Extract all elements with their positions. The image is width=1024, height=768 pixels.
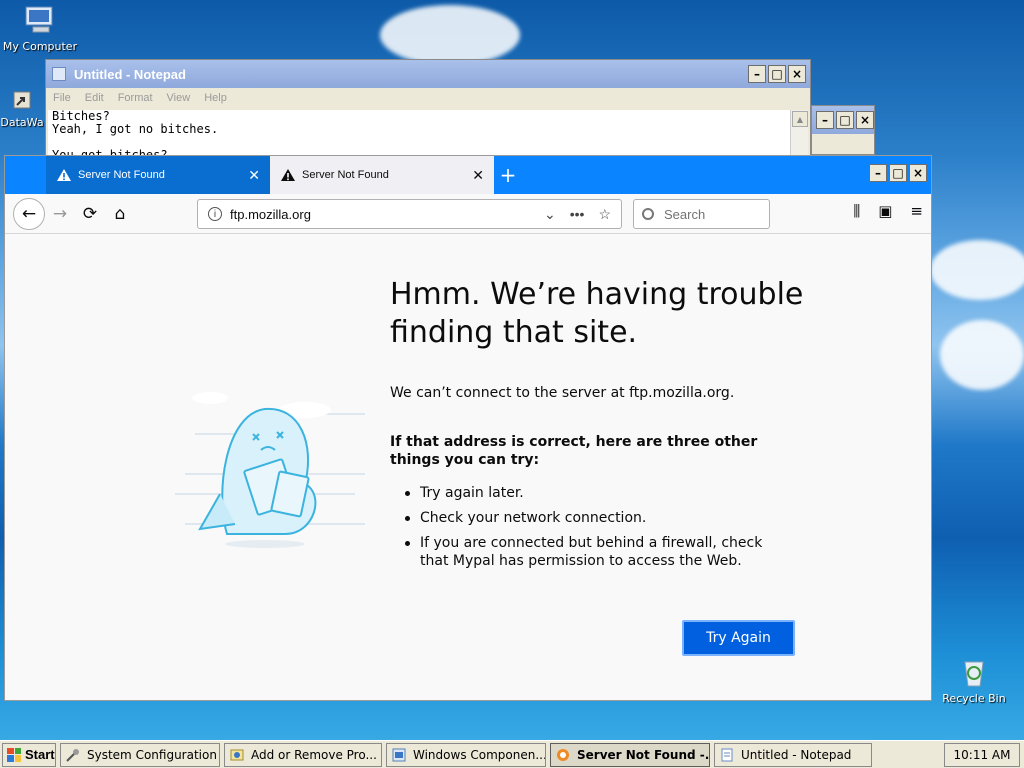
notepad-titlebar[interactable]: Untitled - Notepad – □ × — [46, 60, 810, 88]
recycle-bin-icon — [957, 656, 991, 688]
hamburger-menu-icon[interactable]: ≡ — [910, 202, 923, 220]
error-try-heading: If that address is correct, here are thr… — [390, 434, 758, 468]
minimize-icon[interactable]: – — [748, 65, 766, 83]
taskbar-item-label: System Configuration — [87, 747, 217, 762]
shortcut-icon — [10, 88, 34, 112]
notepad-menubar: File Edit Format View Help — [46, 88, 810, 108]
notepad-window[interactable]: Untitled - Notepad – □ × File Edit Forma… — [45, 59, 811, 159]
system-clock[interactable]: 10:11 AM — [944, 743, 1020, 767]
taskbar-item-label: Add or Remove Pro... — [251, 747, 377, 762]
taskbar: Start System Configuration Add or Remove… — [0, 740, 1024, 768]
close-icon[interactable]: × — [909, 164, 927, 182]
error-title: Hmm. We’re having trouble finding that s… — [390, 277, 804, 350]
sidebar-icon[interactable]: ▣ — [878, 202, 892, 220]
home-button[interactable]: ⌂ — [105, 199, 135, 229]
notepad-icon — [52, 67, 66, 81]
chevron-down-icon[interactable]: ⌄ — [544, 206, 556, 223]
search-placeholder: Search — [664, 206, 706, 222]
desktop-icon-datawa[interactable]: DataWa — [0, 88, 44, 129]
add-remove-programs-icon — [230, 749, 244, 760]
desktop-icon-label: My Computer — [2, 40, 78, 53]
new-tab-button[interactable]: + — [494, 156, 522, 194]
close-tab-icon[interactable]: ✕ — [472, 167, 484, 184]
maximize-icon[interactable]: □ — [768, 65, 786, 83]
warning-icon — [281, 169, 295, 181]
cloud — [940, 320, 1024, 390]
search-input[interactable]: Search — [633, 199, 770, 229]
taskbar-item-label: Untitled - Notepad — [741, 747, 852, 762]
cloud — [380, 5, 520, 65]
close-tab-icon[interactable]: ✕ — [248, 167, 260, 184]
close-icon[interactable]: × — [856, 111, 874, 129]
desktop-icon-label: DataWa — [0, 116, 44, 129]
more-actions-icon[interactable]: ••• — [570, 206, 585, 223]
tab-server-not-found-2[interactable]: Server Not Found ✕ — [270, 156, 494, 194]
notepad-text-area[interactable]: Bitches? Yeah, I got no bitches. You got… — [48, 110, 790, 158]
windows-logo-icon — [7, 747, 21, 762]
error-description: We can’t connect to the server at ftp.mo… — [390, 385, 735, 401]
menu-format[interactable]: Format — [118, 92, 153, 104]
tab-label: Server Not Found — [302, 169, 389, 181]
tab-strip: Server Not Found ✕ Server Not Found ✕ + … — [5, 156, 931, 194]
system-configuration-icon — [66, 748, 79, 762]
taskbar-item-untitled-notepad[interactable]: Untitled - Notepad — [714, 742, 872, 767]
cloud — [930, 240, 1024, 300]
taskbar-item-label: Server Not Found -... — [577, 747, 710, 762]
desktop-icon-recycle-bin[interactable]: Recycle Bin — [934, 656, 1014, 705]
url-bar[interactable]: i ftp.mozilla.org ⌄ ••• ☆ — [197, 199, 622, 229]
url-text: ftp.mozilla.org — [230, 206, 311, 222]
navigation-toolbar: ← → ⟳ ⌂ i ftp.mozilla.org ⌄ ••• ☆ Search… — [5, 194, 931, 234]
window-title: Untitled - Notepad — [74, 66, 186, 82]
start-label: Start — [25, 747, 55, 762]
back-button[interactable]: ← — [13, 197, 45, 230]
desktop-icon-label: Recycle Bin — [942, 692, 1006, 705]
taskbar-item-server-not-found[interactable]: Server Not Found -... — [550, 742, 710, 767]
menu-view[interactable]: View — [167, 92, 191, 104]
taskbar-item-windows-components[interactable]: Windows Componen... — [386, 742, 546, 767]
browser-window[interactable]: Server Not Found ✕ Server Not Found ✕ + … — [4, 155, 932, 701]
lost-monster-illustration — [175, 392, 365, 548]
maximize-icon[interactable]: □ — [836, 111, 854, 129]
search-icon — [642, 208, 654, 220]
notepad-icon — [721, 748, 733, 761]
menu-file[interactable]: File — [53, 92, 71, 104]
scroll-up-icon[interactable]: ▲ — [792, 111, 808, 127]
info-icon[interactable]: i — [208, 207, 222, 221]
bookmark-star-icon[interactable]: ☆ — [598, 206, 611, 223]
start-button[interactable]: Start — [2, 742, 56, 767]
list-item: Check your network connection. — [405, 509, 785, 527]
desktop-icon-my-computer[interactable]: My Computer — [0, 4, 80, 53]
computer-icon — [23, 4, 57, 36]
background-window[interactable]: – □ × — [811, 105, 875, 155]
warning-icon — [57, 169, 71, 181]
reload-button[interactable]: ⟳ — [75, 199, 105, 229]
menu-edit[interactable]: Edit — [85, 92, 104, 104]
suggestion-list: Try again later. Check your network conn… — [405, 484, 785, 577]
close-icon[interactable]: × — [788, 65, 806, 83]
minimize-icon[interactable]: – — [816, 111, 834, 129]
taskbar-item-add-remove-programs[interactable]: Add or Remove Pro... — [224, 742, 382, 767]
forward-button[interactable]: → — [45, 199, 75, 229]
minimize-icon[interactable]: – — [869, 164, 887, 182]
browser-icon — [557, 748, 569, 761]
notepad-scrollbar[interactable]: ▲ — [790, 110, 808, 158]
list-item: If you are connected but behind a firewa… — [405, 534, 785, 570]
maximize-icon[interactable]: □ — [889, 164, 907, 182]
tab-server-not-found-1[interactable]: Server Not Found ✕ — [46, 156, 270, 194]
tab-label: Server Not Found — [78, 169, 165, 181]
menu-help[interactable]: Help — [204, 92, 227, 104]
try-again-button[interactable]: Try Again — [682, 620, 795, 656]
windows-components-icon — [392, 748, 406, 761]
library-icon[interactable]: ⫼ — [853, 202, 860, 220]
error-page: Hmm. We’re having trouble finding that s… — [5, 234, 931, 700]
taskbar-item-system-configuration[interactable]: System Configuration — [60, 742, 220, 767]
taskbar-item-label: Windows Componen... — [413, 747, 546, 762]
list-item: Try again later. — [405, 484, 785, 502]
